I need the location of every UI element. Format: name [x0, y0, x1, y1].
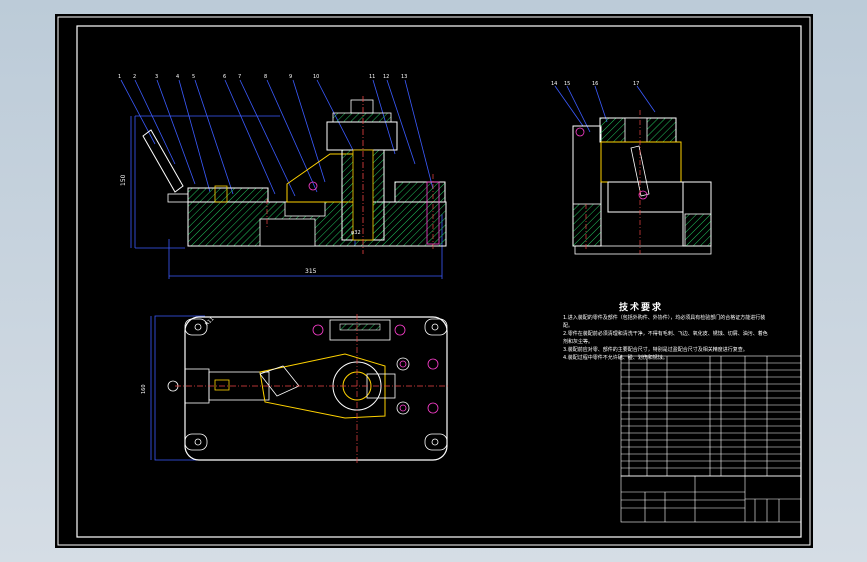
balloon: 12 — [383, 74, 389, 80]
tech-requirement-line: 2.零件在装配前必须清理和清洗干净，不得有毛刺、飞边、氧化皮、锈蚀、切屑、油污、… — [563, 331, 768, 337]
balloons-side: 14 15 16 17 — [551, 81, 639, 87]
outer-border — [57, 16, 811, 546]
balloon: 8 — [264, 74, 267, 80]
balloon: 1 — [118, 74, 121, 80]
balloon: 7 — [238, 74, 241, 80]
dim-height: 150 — [120, 174, 127, 186]
bill-of-materials — [620, 355, 802, 477]
balloon: 3 — [155, 74, 158, 80]
tech-requirement-line: 配。 — [563, 323, 574, 329]
balloon: 6 — [223, 74, 226, 80]
balloon: 14 — [551, 81, 557, 87]
balloon: 5 — [192, 74, 195, 80]
plan-view: 160 R11 — [141, 314, 450, 464]
dim-overall-length: 315 — [305, 268, 317, 275]
tech-requirement-line: 剂和灰尘等。 — [563, 339, 594, 345]
balloon: 13 — [401, 74, 407, 80]
dim-plan-width: 160 — [141, 384, 147, 394]
plan-outline — [184, 316, 448, 461]
cad-viewport: 315 150 φ32 1 2 3 4 5 6 7 8 9 10 11 12 1… — [0, 0, 867, 562]
front-view: 315 150 φ32 — [120, 79, 447, 279]
balloon: 2 — [133, 74, 136, 80]
tech-requirement-line: 3.装配前应对零、部件的主要配合尺寸，特别是过盈配合尺寸及相关精度进行复查。 — [563, 347, 748, 353]
title-block — [620, 475, 802, 523]
right-clamp — [394, 181, 446, 203]
dim-center: φ32 — [351, 230, 361, 236]
bom-rows — [621, 362, 801, 469]
balloon: 9 — [289, 74, 292, 80]
dim-corner-radius: R11 — [204, 316, 215, 327]
balloon: 11 — [369, 74, 375, 80]
balloon: 17 — [633, 81, 639, 87]
tech-requirements-title: 技术要求 — [619, 303, 664, 313]
balloon: 15 — [564, 81, 570, 87]
tech-requirement-line: 1.进入装配的零件及部件（包括外购件、外协件），均必须具有检验部门的合格证方能进… — [563, 315, 766, 321]
balloon: 16 — [592, 81, 598, 87]
drawing-sheet[interactable]: 315 150 φ32 1 2 3 4 5 6 7 8 9 10 11 12 1… — [55, 14, 813, 548]
dimension-line — [154, 315, 205, 461]
balloon: 10 — [313, 74, 319, 80]
tech-requirement-line: 4.装配过程中零件不允许磕、碰、划伤和锈蚀。 — [563, 355, 668, 361]
balloons-front: 1 2 3 4 5 6 7 8 9 10 11 12 13 — [118, 74, 407, 80]
side-view — [554, 85, 712, 255]
balloon: 4 — [176, 74, 179, 80]
jaw — [187, 187, 269, 203]
drawing-svg: 315 150 φ32 1 2 3 4 5 6 7 8 9 10 11 12 1… — [57, 16, 811, 546]
